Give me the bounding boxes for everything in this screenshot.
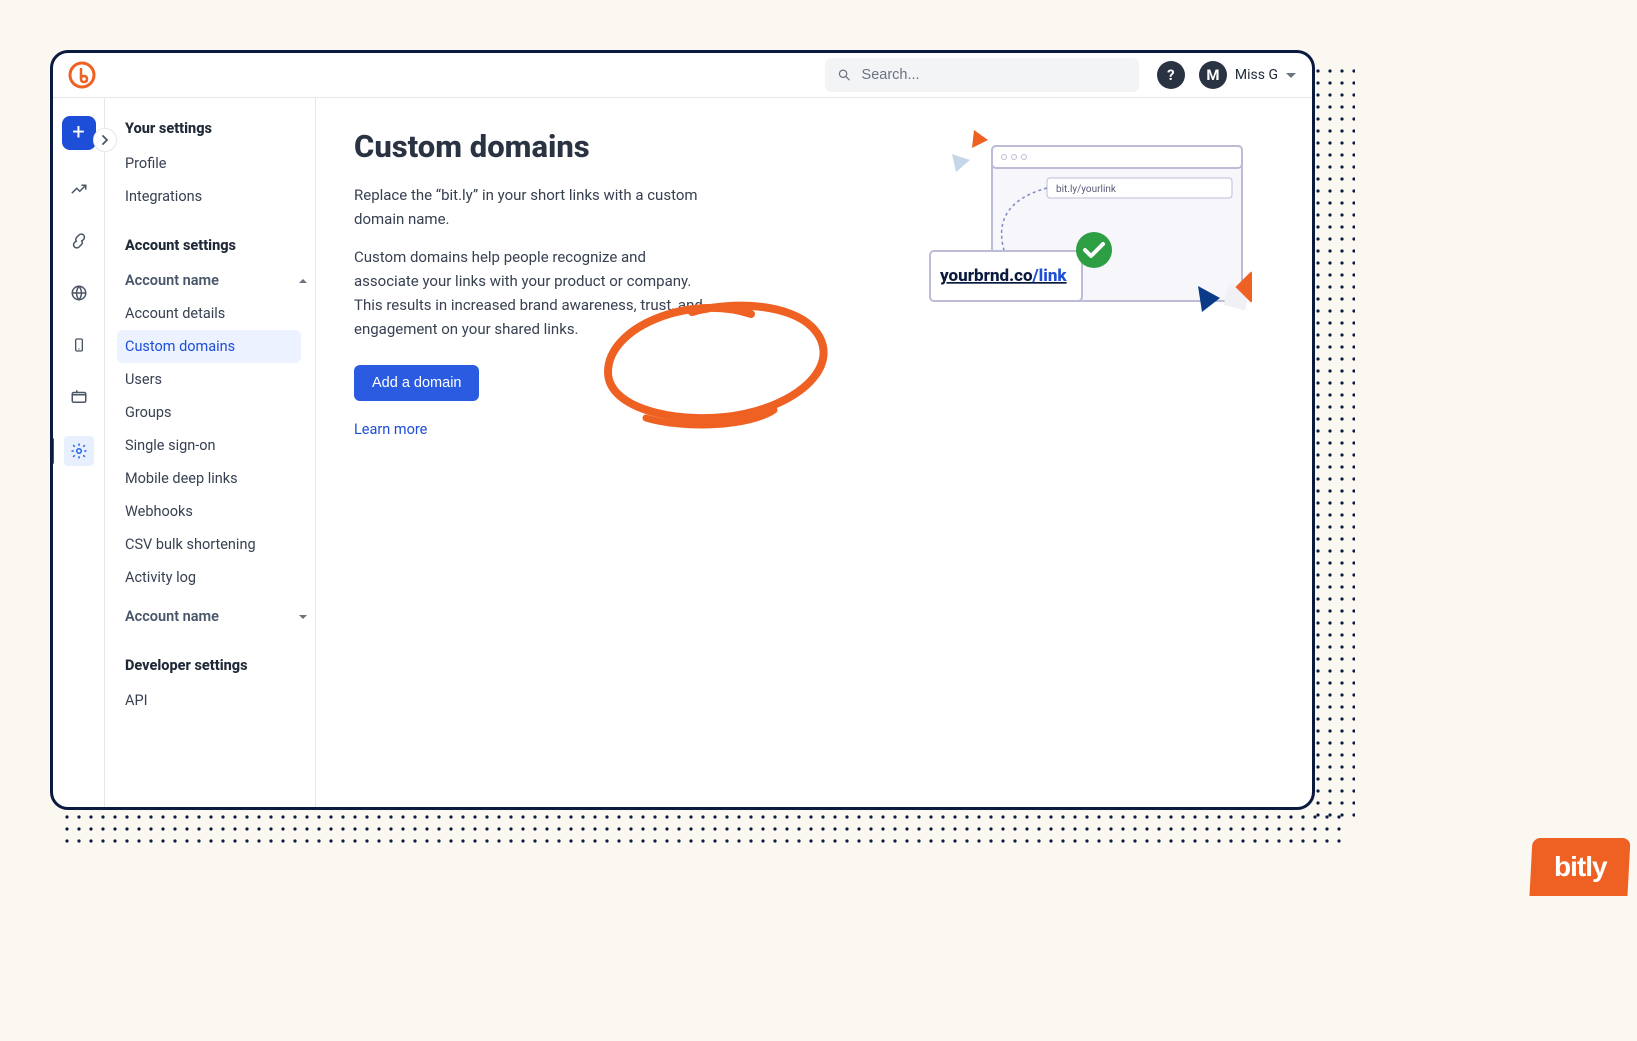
search-icon [837,67,852,83]
search-box[interactable] [825,58,1139,92]
svg-text:yourbrnd.co/link: yourbrnd.co/link [939,266,1067,286]
sidebar-item-users[interactable]: Users [125,363,307,396]
nav-rail: + [53,98,105,807]
sidebar-group-account-name-expanded[interactable]: Account name [125,264,307,297]
user-menu[interactable]: M Miss G [1199,61,1296,89]
bitly-logo-icon[interactable] [67,60,97,90]
chevron-right-icon [100,135,110,145]
sidebar-item-integrations[interactable]: Integrations [125,180,307,213]
dots-decoration [1315,68,1355,818]
rail-analytics-icon[interactable] [66,176,92,202]
sidebar-heading-account-settings: Account settings [125,237,307,254]
rail-links-icon[interactable] [66,228,92,254]
sidebar-item-custom-domains[interactable]: Custom domains [117,330,301,363]
sidebar-item-groups[interactable]: Groups [125,396,307,429]
chevron-up-icon [299,279,307,283]
sidebar-group-label: Account name [125,608,219,625]
rail-settings-icon[interactable] [64,436,94,466]
sidebar-item-api[interactable]: API [125,684,307,717]
rail-campaigns-icon[interactable] [66,384,92,410]
sidebar-heading-your-settings: Your settings [125,120,307,137]
sidebar-item-sso[interactable]: Single sign-on [125,429,307,462]
bitly-brand-label: bitly [1554,851,1607,883]
description-1: Replace the “bit.ly” in your short links… [354,183,704,231]
avatar: M [1199,61,1227,89]
sidebar-item-csv-bulk[interactable]: CSV bulk shortening [125,528,307,561]
rail-globe-icon[interactable] [66,280,92,306]
sidebar-group-label: Account name [125,272,219,289]
learn-more-link[interactable]: Learn more [354,421,427,438]
chevron-down-icon [299,615,307,619]
app-window: ? M Miss G + [50,50,1315,810]
top-bar: ? M Miss G [53,53,1312,98]
sidebar-item-webhooks[interactable]: Webhooks [125,495,307,528]
main-content: Custom domains Replace the “bit.ly” in y… [316,98,1312,807]
sidebar-heading-developer-settings: Developer settings [125,657,307,674]
chevron-down-icon [1286,73,1296,78]
dots-decoration [64,814,1344,846]
expand-rail-button[interactable] [93,128,117,152]
custom-domain-illustration: bit.ly/yourlink yourbrnd.co/link [922,126,1252,336]
sidebar-item-activity-log[interactable]: Activity log [125,561,307,594]
bitly-brand-tab: bitly [1529,838,1630,896]
rail-mobile-icon[interactable] [66,332,92,358]
sidebar-group-account-name-collapsed[interactable]: Account name [125,600,307,633]
user-name: Miss G [1235,67,1278,83]
description-2: Custom domains help people recognize and… [354,245,704,341]
create-new-button[interactable]: + [62,116,96,150]
sidebar-item-account-details[interactable]: Account details [125,297,307,330]
sidebar-item-profile[interactable]: Profile [125,147,307,180]
sidebar-item-mobile-deep-links[interactable]: Mobile deep links [125,462,307,495]
add-domain-button[interactable]: Add a domain [354,365,479,401]
search-input[interactable] [862,67,1127,83]
help-button[interactable]: ? [1157,61,1185,89]
svg-text:bit.ly/yourlink: bit.ly/yourlink [1056,184,1117,195]
settings-sidebar: Your settings Profile Integrations Accou… [105,98,316,807]
